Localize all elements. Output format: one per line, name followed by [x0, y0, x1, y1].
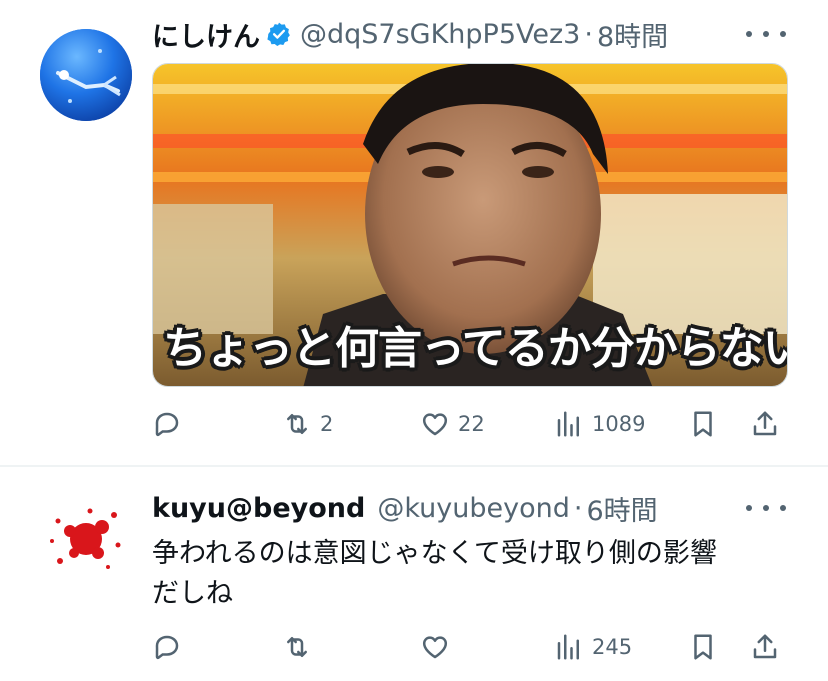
bookmark-button[interactable] — [688, 627, 718, 667]
handle[interactable]: @kuyubeyond — [377, 493, 570, 524]
retweet-icon — [287, 414, 307, 434]
reply-button[interactable] — [152, 627, 190, 667]
share-icon — [753, 634, 777, 659]
views-chart-icon — [557, 411, 579, 437]
media-caption-text: ちょっと何言ってるか分からない — [163, 323, 788, 374]
avatar-diver-image — [40, 29, 132, 121]
like-button[interactable]: 22 — [420, 404, 485, 444]
tweet-header: にしけん @dqS7sGKhpP5Vez3 · 8時間 — [152, 14, 668, 54]
tweet-1[interactable]: にしけん @dqS7sGKhpP5Vez3 · 8時間 ちょっと何言ってるか分か… — [0, 0, 828, 466]
views-count: 1089 — [592, 412, 646, 436]
action-bar: 2 22 1089 — [152, 404, 788, 444]
views-chart-icon — [557, 634, 579, 660]
bookmark-button[interactable] — [688, 404, 718, 444]
like-button[interactable] — [420, 627, 458, 667]
share-button[interactable] — [750, 404, 780, 444]
reply-icon — [155, 635, 179, 660]
heart-icon — [422, 636, 448, 659]
timestamp[interactable]: 6時間 — [586, 489, 657, 528]
tweet-text-line-2: だしね — [152, 578, 233, 609]
like-count: 22 — [458, 412, 485, 436]
reply-button[interactable] — [152, 404, 190, 444]
tweet-text-line-1: 争われるのは意図じゃなくて受け取り側の影響 — [152, 538, 717, 569]
retweet-icon — [287, 637, 307, 657]
bookmark-icon — [694, 411, 712, 437]
more-dots-icon[interactable] — [746, 24, 786, 44]
avatar[interactable] — [40, 29, 132, 121]
display-name[interactable]: にしけん — [152, 15, 260, 54]
more-dots-icon[interactable] — [746, 498, 786, 518]
retweet-count: 2 — [320, 412, 334, 436]
share-button[interactable] — [750, 627, 780, 667]
retweet-button[interactable]: 2 — [282, 404, 333, 444]
tweet-media-image[interactable]: ちょっと何言ってるか分からない — [152, 63, 788, 387]
reply-icon — [155, 412, 179, 437]
avatar[interactable] — [40, 491, 132, 583]
avatar-splatter-image — [40, 491, 132, 583]
tweet-header: kuyu@beyond @kuyubeyond · 6時間 — [152, 488, 658, 528]
action-bar: 245 — [152, 627, 788, 667]
bookmark-icon — [694, 634, 712, 660]
display-name[interactable]: kuyu@beyond — [152, 493, 365, 524]
share-icon — [753, 411, 777, 436]
heart-icon — [422, 413, 448, 436]
verified-badge-icon — [267, 22, 290, 47]
separator-dot: · — [584, 18, 593, 50]
tweet-text: 争われるのは意図じゃなくて受け取り側の影響 だしね — [152, 534, 792, 614]
timestamp[interactable]: 8時間 — [597, 15, 668, 54]
separator-dot: · — [573, 492, 583, 524]
views-count: 245 — [592, 635, 633, 659]
views-button[interactable]: 245 — [554, 627, 632, 667]
views-button[interactable]: 1089 — [554, 404, 645, 444]
retweet-button[interactable] — [282, 627, 320, 667]
handle[interactable]: @dqS7sGKhpP5Vez3 — [300, 19, 580, 50]
